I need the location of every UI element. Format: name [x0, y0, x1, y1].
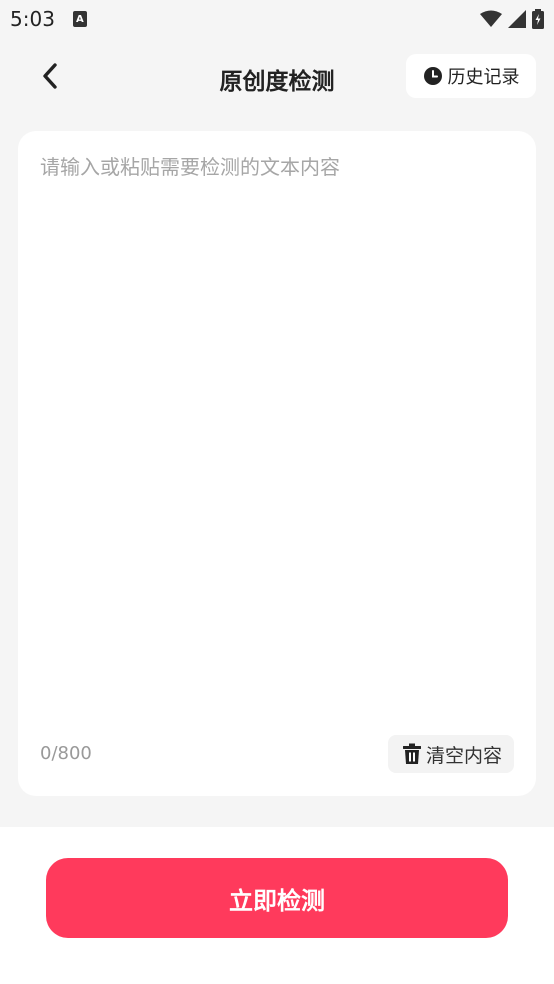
history-label: 历史记录 — [447, 67, 520, 88]
detect-now-label: 立即检测 — [229, 886, 325, 915]
status-right — [480, 9, 544, 29]
detect-now-button[interactable]: 立即检测 — [46, 858, 508, 938]
status-time: 5:03 — [10, 7, 55, 31]
editor-card: 0/800 清空内容 — [18, 131, 536, 796]
trash-icon — [402, 743, 421, 764]
history-button[interactable]: 历史记录 — [406, 54, 536, 98]
bottom-action-area: 立即检测 — [0, 827, 554, 984]
clear-content-label: 清空内容 — [425, 744, 502, 767]
text-input[interactable] — [40, 153, 510, 723]
status-left: 5:03 A — [10, 7, 87, 31]
clock-icon — [423, 67, 442, 85]
char-count: 0/800 — [40, 743, 92, 764]
header: 原创度检测 历史记录 — [0, 50, 554, 102]
battery-icon — [532, 9, 544, 29]
a-notification-icon: A — [72, 11, 87, 27]
clear-content-button[interactable]: 清空内容 — [387, 735, 514, 773]
chevron-left-icon — [43, 63, 57, 89]
signal-icon — [508, 10, 526, 28]
back-button[interactable] — [32, 58, 68, 94]
wifi-icon — [480, 10, 502, 27]
status-bar: 5:03 A — [0, 0, 554, 38]
